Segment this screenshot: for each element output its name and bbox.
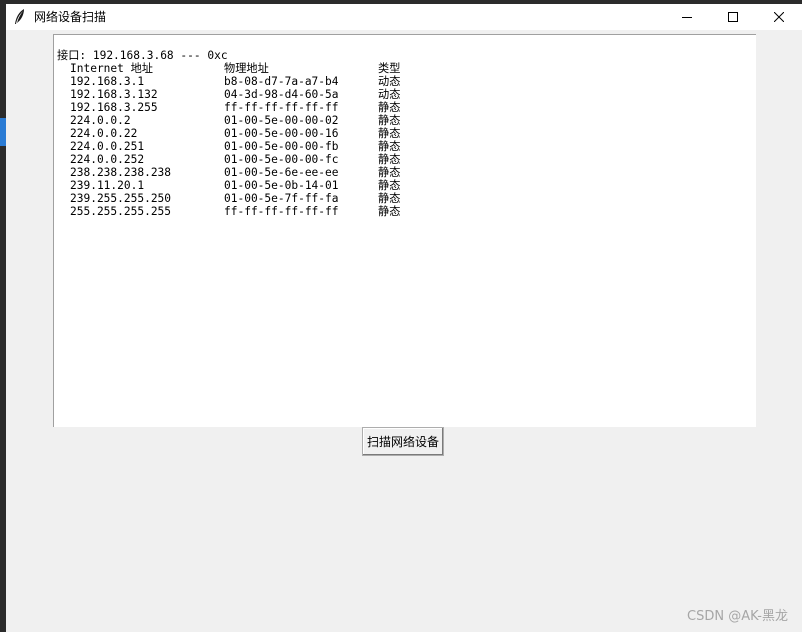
row-ip-address: 238.238.238.238: [70, 166, 172, 179]
row-mac-address: 01-00-5e-00-00-02: [224, 114, 339, 127]
close-icon: [774, 12, 784, 22]
row-ip-address: 239.11.20.1: [70, 179, 145, 192]
row-type: 静态: [378, 114, 401, 127]
row-type: 静态: [378, 127, 401, 140]
app-window: 网络设备扫描 接口: 192.168.3.68 --- 0xc Internet…: [6, 4, 802, 632]
table-row: 192.168.3.132 04-3d-98-d4-60-5a 动态: [57, 88, 747, 101]
row-type: 静态: [378, 140, 401, 153]
table-row: 224.0.0.252 01-00-5e-00-00-fc 静态: [57, 153, 747, 166]
table-row: 238.238.238.238 01-00-5e-6e-ee-ee 静态: [57, 166, 747, 179]
row-mac-address: 01-00-5e-00-00-16: [224, 127, 339, 140]
row-type: 静态: [378, 205, 401, 218]
row-type: 静态: [378, 179, 401, 192]
screen: 网络设备扫描 接口: 192.168.3.68 --- 0xc Internet…: [0, 0, 802, 632]
row-mac-address: 01-00-5e-7f-ff-fa: [224, 192, 339, 205]
maximize-button[interactable]: [710, 4, 756, 30]
row-mac-address: 01-00-5e-00-00-fb: [224, 140, 339, 153]
row-type: 静态: [378, 101, 401, 114]
row-mac-address: b8-08-d7-7a-a7-b4: [224, 75, 339, 88]
table-row: 192.168.3.255 ff-ff-ff-ff-ff-ff 静态: [57, 101, 747, 114]
row-ip-address: 224.0.0.252: [70, 153, 145, 166]
table-row: 224.0.0.22 01-00-5e-00-00-16 静态: [57, 127, 747, 140]
table-row: 224.0.0.2 01-00-5e-00-00-02 静态: [57, 114, 747, 127]
row-type: 动态: [378, 75, 401, 88]
header-internet-address: Internet 地址: [70, 62, 153, 75]
maximize-icon: [728, 12, 738, 22]
row-ip-address: 255.255.255.255: [70, 205, 172, 218]
row-mac-address: ff-ff-ff-ff-ff-ff: [224, 101, 339, 114]
interface-line: 接口: 192.168.3.68 --- 0xc: [57, 49, 228, 62]
row-mac-address: 01-00-5e-00-00-fc: [224, 153, 339, 166]
window-title: 网络设备扫描: [34, 10, 107, 24]
row-mac-address: 01-00-5e-6e-ee-ee: [224, 166, 339, 179]
feather-icon: [14, 9, 26, 25]
minimize-icon: [682, 12, 692, 22]
row-ip-address: 192.168.3.255: [70, 101, 158, 114]
close-button[interactable]: [756, 4, 802, 30]
table-row: 239.11.20.1 01-00-5e-0b-14-01 静态: [57, 179, 747, 192]
table-row: 224.0.0.251 01-00-5e-00-00-fb 静态: [57, 140, 747, 153]
row-ip-address: 192.168.3.132: [70, 88, 158, 101]
minimize-button[interactable]: [664, 4, 710, 30]
row-type: 静态: [378, 166, 401, 179]
row-ip-address: 224.0.0.251: [70, 140, 145, 153]
header-type: 类型: [378, 62, 401, 75]
row-ip-address: 192.168.3.1: [70, 75, 145, 88]
header-row: Internet 地址 物理地址 类型: [57, 62, 747, 75]
scan-network-button[interactable]: 扫描网络设备: [362, 427, 444, 456]
watermark: CSDN @AK-黑龙: [687, 609, 788, 624]
row-mac-address: 01-00-5e-0b-14-01: [224, 179, 339, 192]
title-bar[interactable]: 网络设备扫描: [6, 4, 802, 30]
table-row: 255.255.255.255 ff-ff-ff-ff-ff-ff 静态: [57, 205, 747, 218]
row-ip-address: 224.0.0.2: [70, 114, 131, 127]
row-mac-address: ff-ff-ff-ff-ff-ff: [224, 205, 339, 218]
table-row: 239.255.255.250 01-00-5e-7f-ff-fa 静态: [57, 192, 747, 205]
row-ip-address: 239.255.255.250: [70, 192, 172, 205]
row-mac-address: 04-3d-98-d4-60-5a: [224, 88, 339, 101]
header-physical-address: 物理地址: [224, 62, 269, 75]
row-type: 动态: [378, 88, 401, 101]
row-type: 静态: [378, 153, 401, 166]
output-text-area[interactable]: 接口: 192.168.3.68 --- 0xc Internet 地址 物理地…: [53, 34, 756, 427]
table-row: 192.168.3.1 b8-08-d7-7a-a7-b4 动态: [57, 75, 747, 88]
row-ip-address: 224.0.0.22: [70, 127, 138, 140]
row-type: 静态: [378, 192, 401, 205]
